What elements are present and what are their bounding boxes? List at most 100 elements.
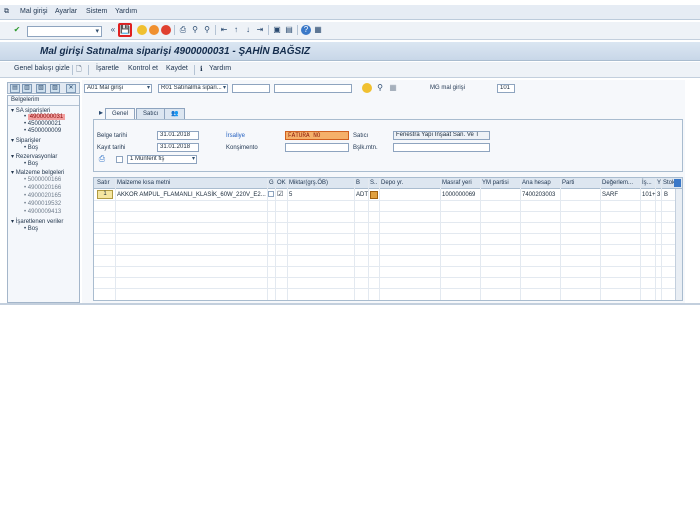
sidebar-adopt-icon[interactable]: ▧ <box>36 84 46 93</box>
sidebar-item-4900020166[interactable]: • 4900020166 <box>24 185 61 191</box>
help-button[interactable]: Yardım <box>209 65 231 72</box>
sidebar-item-4900000031[interactable]: • 4900000031 <box>24 114 66 120</box>
tab-partner[interactable]: 👥 <box>164 108 186 119</box>
print-checkbox[interactable] <box>116 156 123 163</box>
mark-button[interactable]: İşaretle <box>96 65 119 72</box>
row-qty[interactable]: 5 <box>289 192 292 198</box>
sidebar-item-5000000166[interactable]: • 5000000166 <box>24 177 61 183</box>
col-cost-center[interactable]: Masraf yeri <box>442 180 472 186</box>
search-help-icon[interactable]: ⚲ <box>375 83 385 93</box>
hide-overview-button[interactable]: Genel bakışı gizle <box>14 65 70 72</box>
post-button[interactable]: Kaydet <box>166 65 188 72</box>
row-unit[interactable]: ADT <box>356 192 368 198</box>
po-item-input[interactable] <box>274 84 352 93</box>
po-number-input[interactable] <box>232 84 270 93</box>
sidebar-item-4900020165[interactable]: • 4900020165 <box>24 193 61 199</box>
command-field-dropdown-icon[interactable]: ▾ <box>95 27 99 35</box>
row-cost-center[interactable]: 1000000069 <box>442 192 475 198</box>
find-icon[interactable]: ⚲ <box>190 25 200 35</box>
col-gl-account[interactable]: Ana hesap <box>522 180 551 186</box>
sidebar-group-reservations[interactable]: ▾ Rezervasyonlar <box>11 153 57 160</box>
tab-vendor[interactable]: Satıcı <box>136 108 166 119</box>
first-page-icon[interactable]: ⇤ <box>219 25 229 35</box>
sidebar-group-material-docs[interactable]: ▾ Malzeme belgeleri <box>11 169 64 176</box>
row-g-checkbox[interactable] <box>268 191 274 197</box>
col-qty[interactable]: Miktar(grş.ÖB) <box>289 180 328 186</box>
save-icon[interactable]: 💾 <box>118 23 132 37</box>
col-material-text[interactable]: Malzeme kısa metni <box>117 180 170 186</box>
find-next-icon[interactable]: ⚲ <box>202 25 212 35</box>
reference-doc-select[interactable]: R01 Satınalma sipari... <box>158 84 228 93</box>
grid-vertical-scrollbar[interactable] <box>675 189 682 300</box>
col-ok[interactable]: OK <box>277 180 286 186</box>
col-valuation[interactable]: Değerlem... <box>602 180 633 186</box>
col-line[interactable]: Satır <box>97 180 110 186</box>
menu-mal-girisi[interactable]: Mal girişi <box>20 8 48 15</box>
cancel-icon[interactable] <box>161 25 171 35</box>
sidebar-group-orders[interactable]: ▾ Siparişler <box>11 137 41 144</box>
help-icon[interactable]: ? <box>301 25 311 35</box>
col-unit[interactable]: B <box>356 180 360 186</box>
sidebar-item-4500000009[interactable]: • 4500000009 <box>24 128 61 134</box>
sidebar-collapse-icon[interactable]: ▥ <box>22 84 32 93</box>
row-gl-account[interactable]: 7400203003 <box>522 192 555 198</box>
sidebar-refresh-icon[interactable]: ▨ <box>50 84 60 93</box>
menu-app-icon[interactable]: ⧉ <box>4 8 9 16</box>
next-page-icon[interactable]: ↓ <box>243 25 253 35</box>
row-line-number[interactable]: 1 <box>97 190 113 199</box>
back-small-icon[interactable]: « <box>108 25 118 35</box>
row-stock-type-icon[interactable] <box>370 191 378 199</box>
row-ok-check-icon[interactable]: ☑ <box>277 190 283 198</box>
doc-date-label: Belge tarihi <box>97 133 128 139</box>
exit-icon[interactable] <box>149 25 159 35</box>
action-select[interactable]: A01 Mal girişi <box>84 84 152 93</box>
prev-page-icon[interactable]: ↑ <box>231 25 241 35</box>
delivery-note-input[interactable]: FATURA NO <box>285 131 349 140</box>
bill-of-lading-input[interactable] <box>285 143 349 152</box>
col-s[interactable]: S.. <box>370 180 377 186</box>
row-material-text[interactable]: AKKOR AMPUL_FLAMANLI_KLASİK_60W_220V_E2.… <box>117 192 266 198</box>
row-stock[interactable]: B <box>664 192 668 198</box>
post-date-input[interactable]: 31.01.2018 <box>157 143 199 152</box>
new-session-icon[interactable]: ▣ <box>272 25 282 35</box>
sidebar-item-4900019532[interactable]: • 4900019532 <box>24 201 61 207</box>
sidebar-item-4500000021[interactable]: • 4500000021 <box>24 121 61 127</box>
col-storage-loc[interactable]: Depo yr. <box>381 180 403 186</box>
sidebar-close-icon[interactable]: ✕ <box>66 84 76 93</box>
execute-icon[interactable] <box>362 83 372 93</box>
column-settings-icon[interactable] <box>674 179 681 187</box>
col-sales-order[interactable]: YM partisi <box>482 180 509 186</box>
col-mvt[interactable]: İş... <box>642 180 652 186</box>
bill-of-lading-label: Konşimento <box>226 145 258 151</box>
slip-option-select[interactable]: 1 Münferit fiş <box>127 155 197 164</box>
menu-ayarlar[interactable]: Ayarlar <box>55 8 77 15</box>
new-doc-icon[interactable]: 🗋 <box>76 65 82 76</box>
movement-type-input[interactable]: 101 <box>497 84 515 93</box>
enter-icon[interactable]: ✔ <box>12 25 22 35</box>
sidebar-group-marked[interactable]: ▾ İşaretlenen veriler <box>11 218 63 225</box>
row-valuation[interactable]: SARF <box>602 192 618 198</box>
menu-sistem[interactable]: Sistem <box>86 8 107 15</box>
header-text-input[interactable] <box>393 143 490 152</box>
settings-icon[interactable]: ▦ <box>388 83 398 93</box>
command-field[interactable]: ▾ <box>27 26 102 37</box>
info-icon[interactable]: ℹ <box>200 65 203 73</box>
shortcut-icon[interactable]: ▤ <box>284 25 294 35</box>
tab-general[interactable]: Genel <box>105 108 136 119</box>
print-icon[interactable]: ⎙ <box>178 25 188 35</box>
sidebar-item-4900009413[interactable]: • 4900009413 <box>24 209 61 215</box>
menu-yardim[interactable]: Yardım <box>115 8 137 15</box>
application-toolbar: Genel bakışı gizle 🗋 İşaretle Kontrol et… <box>0 62 700 78</box>
col-g[interactable]: G <box>269 180 274 186</box>
row-y[interactable]: 3 <box>657 192 660 198</box>
customize-layout-icon[interactable]: ▦ <box>313 25 323 35</box>
print-icon[interactable]: ⎙ <box>97 154 107 164</box>
last-page-icon[interactable]: ⇥ <box>255 25 265 35</box>
back-icon[interactable] <box>137 25 147 35</box>
col-batch[interactable]: Parti <box>562 180 574 186</box>
sidebar-group-sa[interactable]: ▾ SA siparişleri <box>11 107 50 114</box>
check-button[interactable]: Kontrol et <box>128 65 158 72</box>
row-mvt[interactable]: 101 <box>642 192 652 198</box>
sidebar-expand-icon[interactable]: ▤ <box>10 84 20 93</box>
doc-date-input[interactable]: 31.01.2018 <box>157 131 199 140</box>
